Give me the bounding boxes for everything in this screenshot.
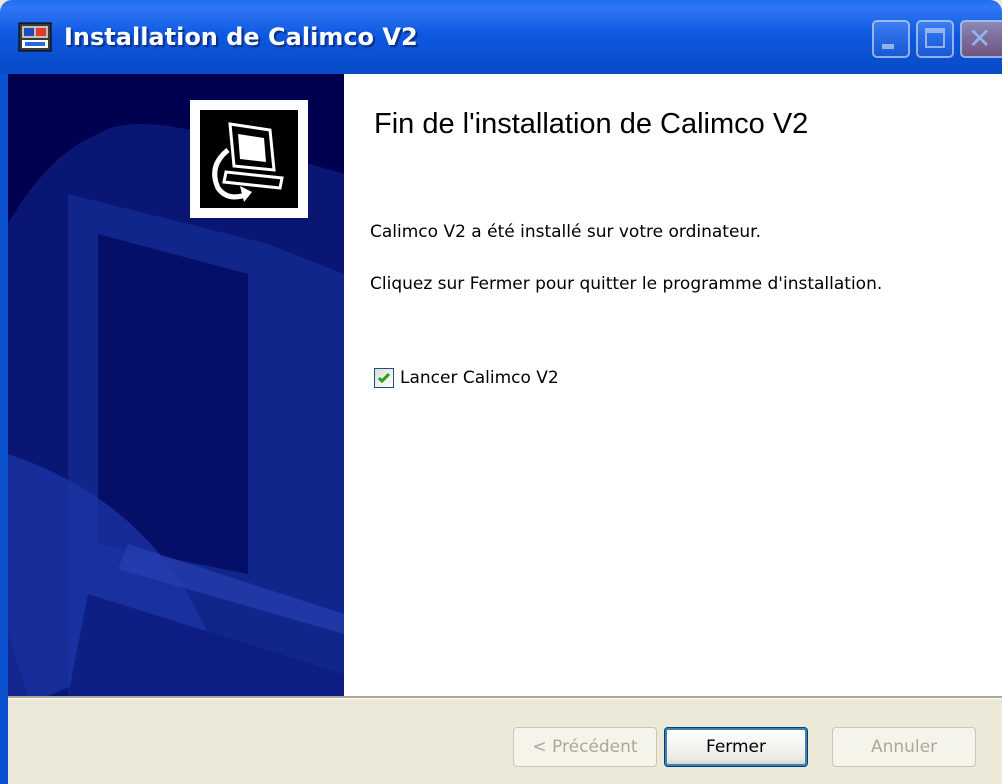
maximize-icon bbox=[925, 28, 945, 48]
computer-install-icon bbox=[200, 110, 298, 208]
launch-app-checkbox-row[interactable]: Lancer Calimco V2 bbox=[374, 366, 559, 390]
minimize-button[interactable] bbox=[872, 20, 910, 58]
checkmark-icon bbox=[377, 372, 391, 384]
cancel-button[interactable]: Annuler bbox=[832, 727, 976, 767]
installer-app-icon bbox=[18, 22, 52, 52]
previous-button[interactable]: < Précédent bbox=[513, 727, 657, 767]
button-bar: < Précédent Fermer Annuler bbox=[8, 699, 1002, 784]
logo-frame bbox=[190, 100, 308, 218]
launch-app-label[interactable]: Lancer Calimco V2 bbox=[400, 368, 559, 388]
page-title: Fin de l'installation de Calimco V2 bbox=[374, 108, 809, 140]
window-frame-left bbox=[0, 74, 8, 784]
wizard-banner bbox=[8, 74, 344, 696]
installer-window: Installation de Calimco V2 ✕ Fin de l'in… bbox=[0, 0, 1002, 784]
install-complete-text: Calimco V2 a été installé sur votre ordi… bbox=[370, 222, 762, 242]
launch-app-checkbox[interactable] bbox=[374, 368, 394, 388]
minimize-icon bbox=[882, 44, 894, 49]
close-button[interactable]: Fermer bbox=[664, 727, 808, 767]
window-title: Installation de Calimco V2 bbox=[64, 23, 418, 51]
close-instruction-text: Cliquez sur Fermer pour quitter le progr… bbox=[370, 274, 883, 294]
title-bar[interactable]: Installation de Calimco V2 ✕ bbox=[0, 0, 1002, 74]
maximize-button[interactable] bbox=[916, 20, 954, 58]
close-icon: ✕ bbox=[968, 22, 992, 55]
wizard-content: Fin de l'installation de Calimco V2 Cali… bbox=[344, 74, 1002, 696]
close-window-button[interactable]: ✕ bbox=[960, 20, 1002, 58]
